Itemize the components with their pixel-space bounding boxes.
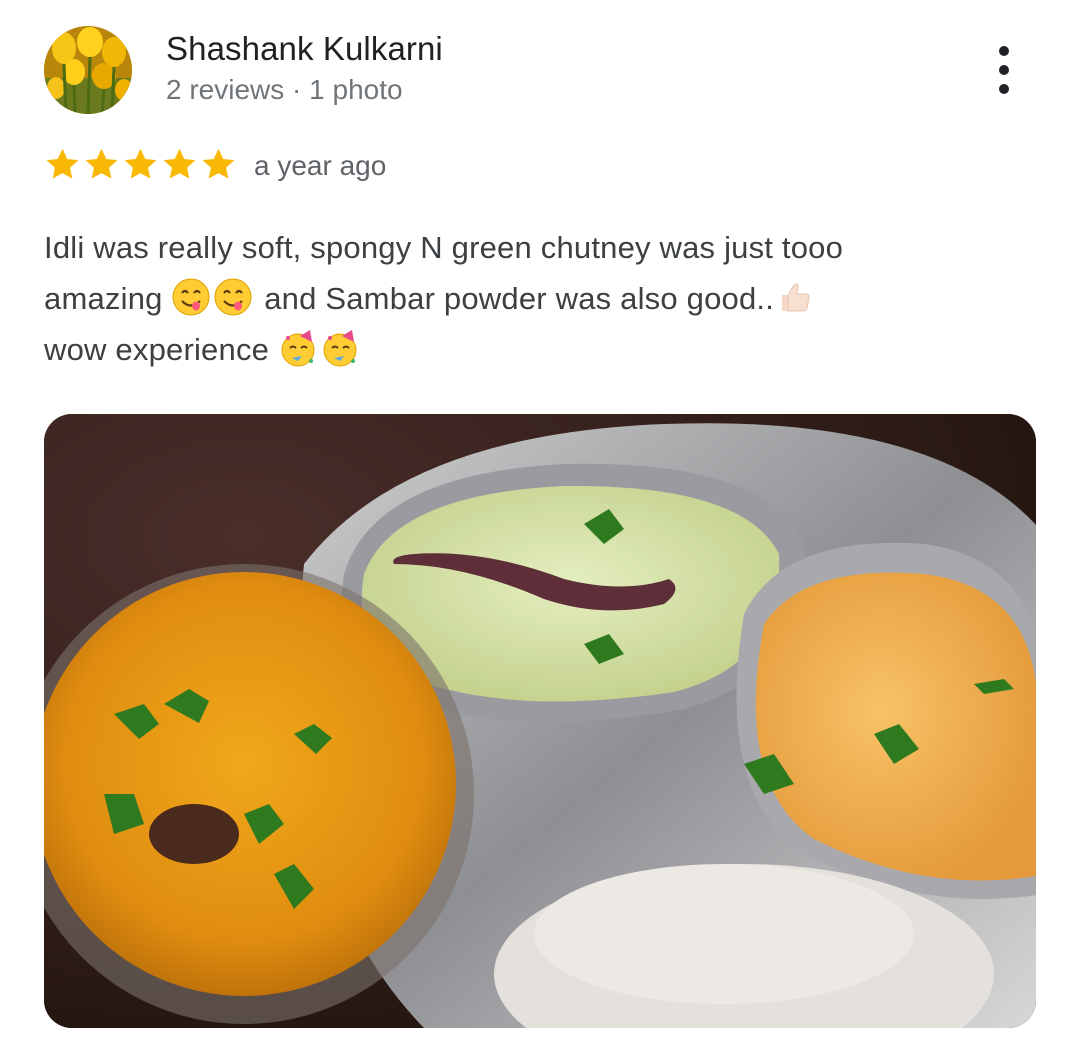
face-savoring-food-emoji-icon: [214, 278, 252, 316]
review-time: a year ago: [254, 150, 387, 181]
tulip-flowers-avatar-icon: [44, 26, 132, 114]
review-line: amazing and Sambar powder was also good.…: [44, 273, 1034, 324]
review-text-segment: and Sambar powder was also good..: [264, 281, 775, 316]
more-vert-icon-dot: [999, 84, 1009, 94]
star-icon: [163, 148, 196, 179]
reviewer-meta: 2 reviews · 1 photo: [166, 74, 403, 105]
food-photo-image: [44, 414, 1036, 1028]
star-icon: [85, 148, 118, 179]
star-icon: [124, 148, 157, 179]
partying-face-emoji-icon: [281, 330, 315, 367]
review-text-segment: amazing: [44, 281, 163, 316]
star-icon: [46, 148, 79, 179]
more-vert-icon: [999, 46, 1009, 56]
avatar[interactable]: [44, 26, 132, 114]
star-rating: [44, 146, 237, 183]
review-line: wow experience: [44, 324, 1034, 375]
partying-face-emoji-icon: [323, 330, 357, 367]
review-photo[interactable]: [44, 414, 1036, 1028]
review-text: Idli was really soft, spongy N green chu…: [44, 222, 1034, 375]
thumbs-up-emoji-icon: [782, 283, 810, 312]
more-options-button[interactable]: [984, 40, 1024, 100]
face-savoring-food-emoji-icon: [172, 278, 210, 316]
review-text-segment: wow experience: [44, 332, 270, 367]
more-vert-icon-dot: [999, 65, 1009, 75]
review-line: Idli was really soft, spongy N green chu…: [44, 230, 844, 265]
star-icon: [202, 148, 235, 179]
reviewer-name[interactable]: Shashank Kulkarni: [166, 30, 443, 68]
